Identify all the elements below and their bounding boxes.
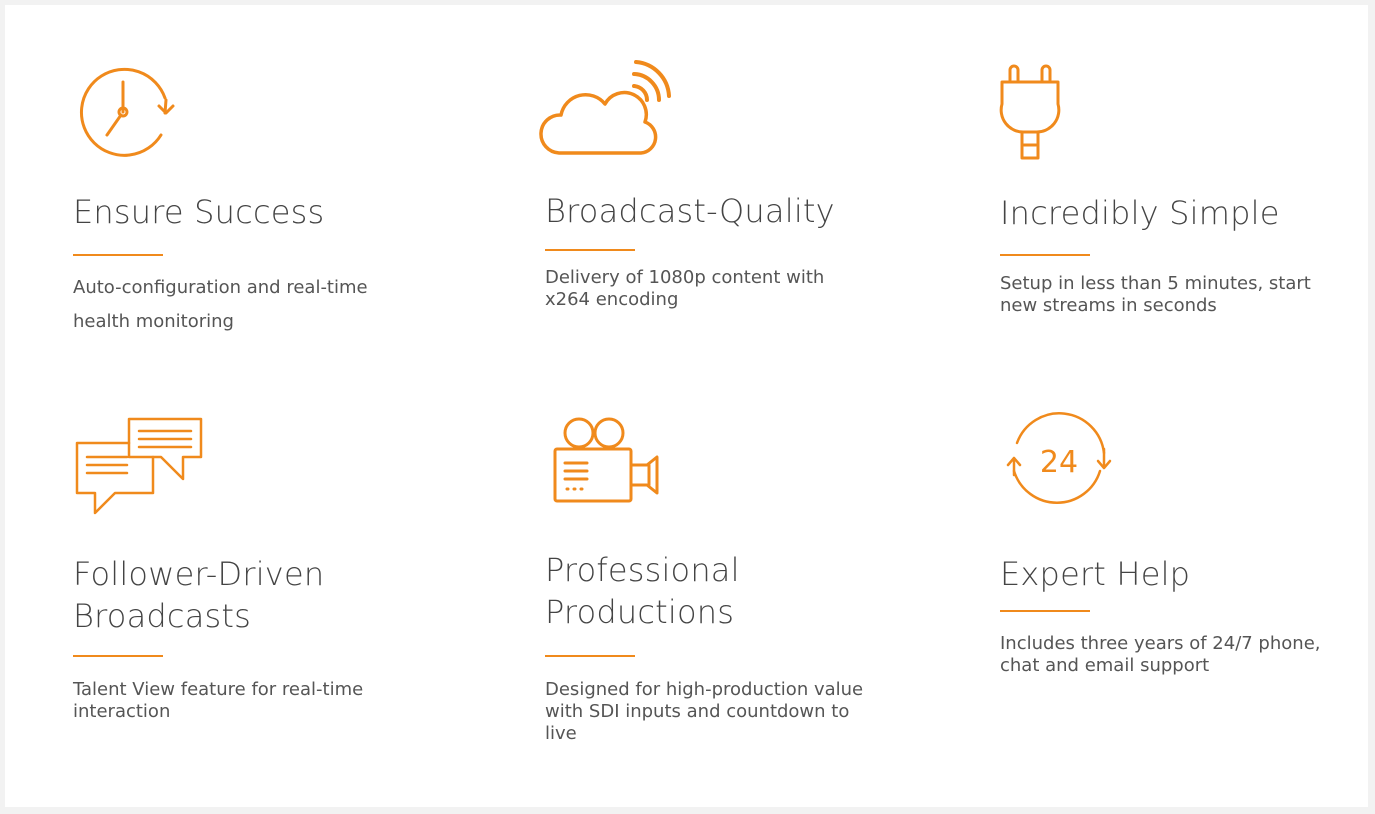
chat-bubbles-icon	[73, 413, 208, 515]
feature-description: Designed for high-production value with …	[545, 679, 864, 744]
feature-professional-productions: Professional Productions Designed for hi…	[545, 413, 875, 783]
features-panel: Ensure Success Auto-configuration and re…	[5, 5, 1368, 807]
title-underline	[73, 655, 163, 657]
feature-description: Delivery of 1080p content with x264 enco…	[545, 267, 825, 310]
feature-expert-help: 24 Expert Help Includes three years of 2…	[1000, 412, 1330, 733]
feature-ensure-success: Ensure Success Auto-configuration and re…	[73, 65, 403, 385]
feature-description: Includes three years of 24/7 phone, chat…	[1000, 633, 1321, 676]
title-underline	[1000, 254, 1090, 256]
title-underline	[73, 254, 163, 256]
feature-title: Broadcast-Quality	[545, 192, 835, 230]
support-24-text: 24	[1040, 445, 1078, 480]
clock-refresh-icon	[73, 65, 183, 160]
title-underline	[545, 655, 635, 657]
feature-description: Auto-configuration and real-time health …	[73, 277, 368, 332]
plug-icon	[999, 60, 1070, 160]
title-underline	[545, 249, 635, 251]
feature-follower-driven-broadcasts: Follower-Driven Broadcasts Talent View f…	[73, 413, 403, 733]
video-camera-icon	[545, 413, 670, 508]
title-underline	[1000, 610, 1090, 612]
feature-broadcast-quality: Broadcast-Quality Delivery of 1080p cont…	[539, 60, 875, 380]
feature-description: Setup in less than 5 minutes, start new …	[1000, 273, 1311, 316]
support-24-icon: 24	[1000, 412, 1120, 508]
feature-incredibly-simple: Incredibly Simple Setup in less than 5 m…	[999, 60, 1330, 380]
cloud-broadcast-icon	[539, 60, 671, 160]
feature-title: Follower-Driven Broadcasts	[73, 555, 325, 635]
feature-title: Ensure Success	[73, 193, 325, 231]
feature-title: Incredibly Simple	[1000, 194, 1280, 232]
feature-title: Professional Productions	[545, 551, 740, 631]
feature-title: Expert Help	[1000, 555, 1191, 593]
feature-description: Talent View feature for real-time intera…	[73, 679, 364, 722]
